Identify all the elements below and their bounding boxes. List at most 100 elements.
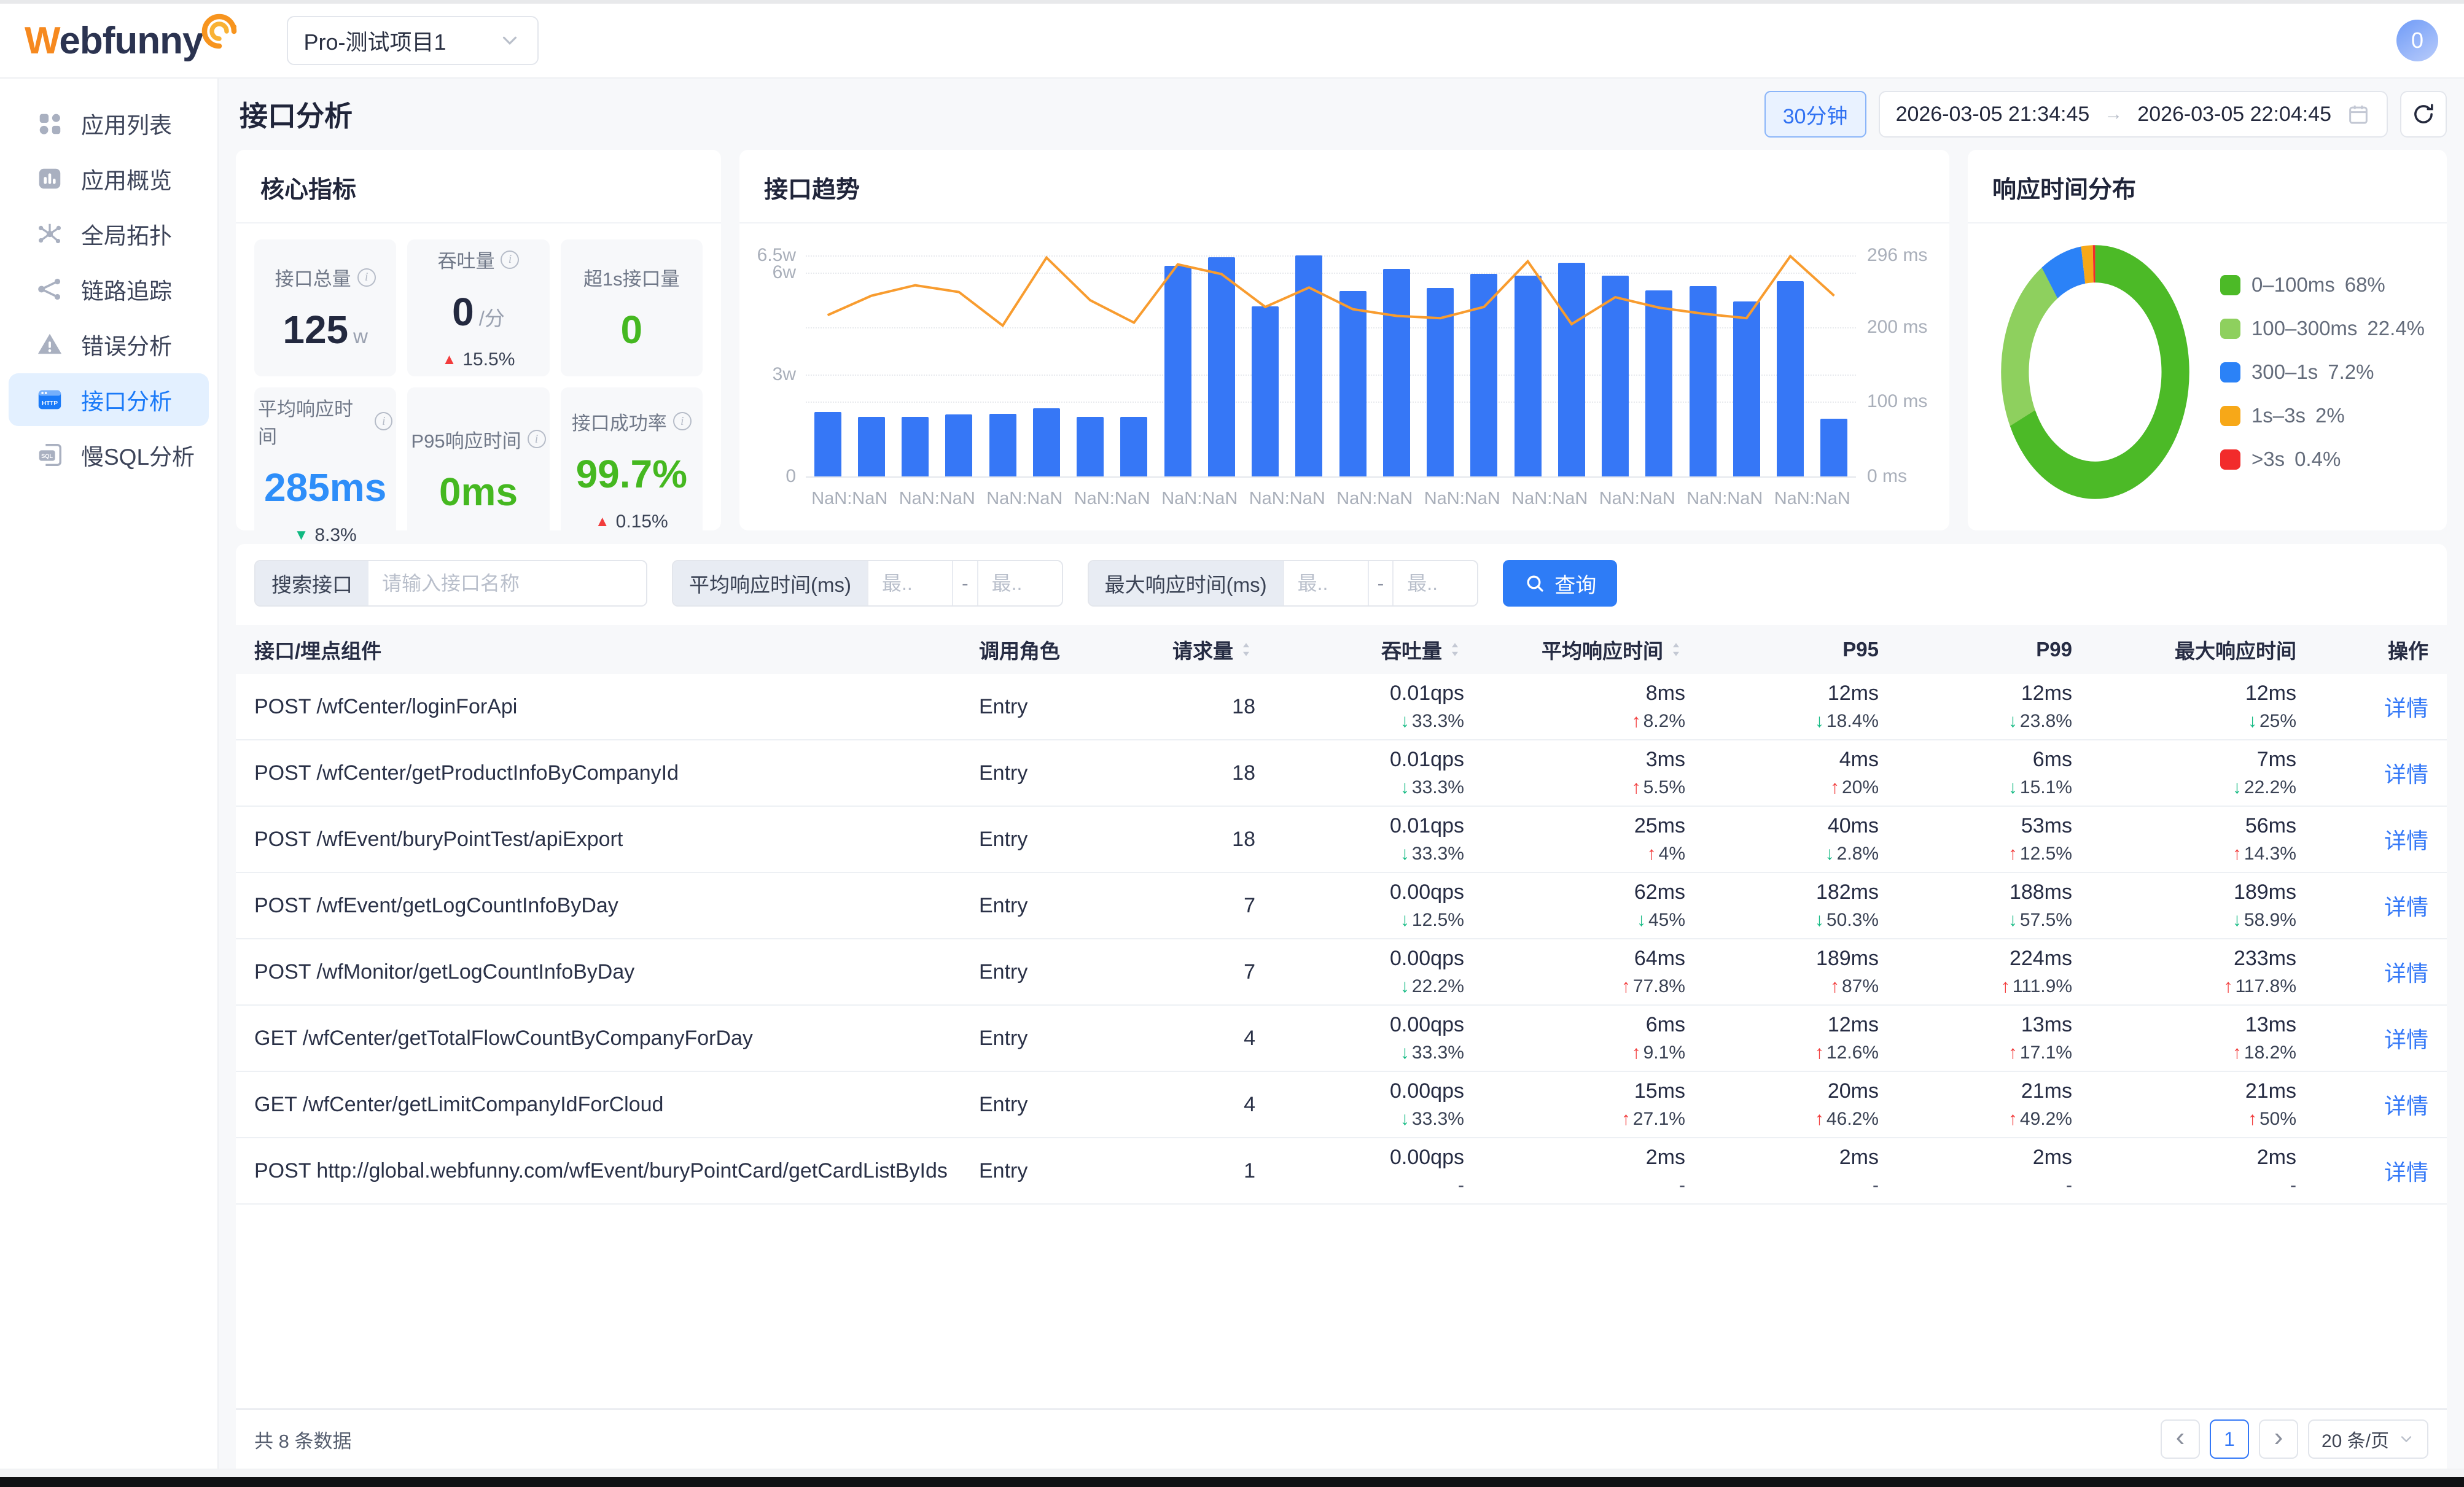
info-icon[interactable]: i [375,412,392,430]
table-footer: 共 8 条数据 ‹ 1 › 20 条/页 [236,1408,2447,1469]
sidebar-item-label: 应用概览 [81,162,172,195]
metric-label: 平均响应时间i [258,394,392,449]
right-axis-tick: 296 ms [1867,245,1927,266]
sidebar-item-0[interactable]: 应用列表 [9,97,209,150]
legend-value: 68% [2345,273,2385,297]
webfunny-logo[interactable]: Webfunny [25,19,239,63]
next-page-button[interactable]: › [2259,1419,2298,1459]
table-row: POST /wfCenter/getProductInfoByCompanyId… [236,740,2447,807]
left-axis-tick: 6w [773,262,796,283]
avg-response-filter-group: 平均响应时间(ms) - [672,560,1063,607]
time-range-button[interactable]: 30分钟 [1764,91,1866,138]
x-axis-label: NaN:NaN [1331,489,1419,509]
max-max-input[interactable] [1392,561,1477,605]
call-role: Entry [979,1093,1133,1117]
column-header[interactable]: 请求量 [1133,635,1255,664]
legend-swatch [2220,406,2240,426]
delta-up-icon: ↑ [2232,844,2242,864]
detail-link[interactable]: 详情 [2384,696,2428,721]
date-range-picker[interactable]: 2026-03-05 21:34:45 → 2026-03-05 22:04:4… [1879,91,2388,138]
delta-down-icon: ↓ [2008,777,2018,798]
sidebar-item-1[interactable]: 应用概览 [9,152,209,205]
page-size-select[interactable]: 20 条/页 [2308,1419,2428,1459]
refresh-button[interactable] [2400,91,2447,138]
sort-icon[interactable] [1237,640,1255,659]
avg-max-input[interactable] [977,561,1062,605]
x-axis-label: NaN:NaN [1156,489,1244,509]
metric-label: 超1s接口量 [583,263,680,291]
sort-icon[interactable] [1667,640,1685,659]
metric-cell: 189ms↓58.9% [2072,880,2296,931]
detail-link[interactable]: 详情 [2384,961,2428,986]
detail-link[interactable]: 详情 [2384,762,2428,787]
avatar[interactable]: 0 [2396,20,2438,61]
sidebar-item-5[interactable]: HTTP接口分析 [9,373,209,426]
metric-cell: 21ms↑50% [2072,1079,2296,1130]
column-header[interactable]: 吞吐量 [1255,635,1464,664]
metric-cell: 15ms↑27.1% [1464,1079,1685,1130]
sidebar: 应用列表应用概览全局拓扑链路追踪错误分析HTTP接口分析SQL慢SQL分析 [0,79,219,1469]
delta-up-icon: ↑ [2008,1109,2018,1130]
trend-line [806,255,1856,476]
delta-down-icon: ↓ [1400,777,1409,798]
left-axis-tick: 3w [773,364,796,385]
search-input[interactable] [368,561,646,605]
table-row: GET /wfCenter/getTotalFlowCountByCompany… [236,1006,2447,1072]
metric-unit: /分 [479,302,505,332]
delta-down-icon: ↓ [1400,910,1409,931]
info-icon[interactable]: i [357,268,376,287]
metric-cell: 20ms↑46.2% [1685,1079,1879,1130]
delta-up-icon: ↑ [1621,976,1631,997]
max-min-input[interactable] [1283,561,1368,605]
sidebar-item-4[interactable]: 错误分析 [9,318,209,371]
legend-item: >3s0.4% [2220,448,2425,471]
detail-link[interactable]: 详情 [2384,1160,2428,1185]
info-icon[interactable]: i [528,430,546,448]
delta-up-icon: ↑ [1632,1042,1641,1063]
delta-down-icon: ↓ [1400,711,1409,732]
detail-link[interactable]: 详情 [2384,895,2428,920]
legend-value: 0.4% [2294,448,2341,471]
sidebar-item-3[interactable]: 链路追踪 [9,263,209,316]
page-header: 接口分析 30分钟 2026-03-05 21:34:45 → 2026-03-… [236,79,2447,150]
date-start: 2026-03-05 21:34:45 [1896,103,2090,126]
metric-label: P95响应时间i [411,425,545,453]
sidebar-item-2[interactable]: 全局拓扑 [9,208,209,260]
info-icon[interactable]: i [673,412,692,430]
sql-icon: SQL [36,441,64,469]
sidebar-item-6[interactable]: SQL慢SQL分析 [9,429,209,481]
filter-bar: 搜索接口 平均响应时间(ms) - 最大响应时间(ms) - [236,544,2447,625]
current-page-button[interactable]: 1 [2210,1419,2249,1459]
detail-link[interactable]: 详情 [2384,828,2428,853]
trend-card-title: 接口趋势 [739,150,1949,223]
top-header: Webfunny Pro-测试项目1 0 [0,0,2464,79]
metric-cell: 2ms- [1879,1146,2072,1196]
page-title: 接口分析 [240,94,353,134]
metric-cell: 21ms↑49.2% [1879,1079,2072,1130]
query-button[interactable]: 查询 [1503,560,1617,607]
info-icon[interactable]: i [501,250,519,269]
request-count: 4 [1133,1093,1255,1117]
delta-down-icon: ↓ [1815,910,1824,931]
sidebar-item-label: 接口分析 [81,383,172,416]
sidebar-item-label: 链路追踪 [81,273,172,306]
metric-cell: 12ms↓23.8% [1879,681,2072,732]
project-selector[interactable]: Pro-测试项目1 [287,16,539,65]
sort-icon[interactable] [1446,640,1464,659]
table-row: POST /wfEvent/buryPointTest/apiExport En… [236,807,2447,873]
request-count: 7 [1133,894,1255,918]
legend-label: 0–100ms [2252,273,2335,297]
call-role: Entry [979,695,1133,719]
delta-down-icon: ↓ [1400,844,1409,864]
prev-page-button[interactable]: ‹ [2161,1419,2200,1459]
detail-link[interactable]: 详情 [2384,1093,2428,1119]
call-role: Entry [979,761,1133,785]
api-path: GET /wfCenter/getTotalFlowCountByCompany… [254,1027,979,1050]
screen: Webfunny Pro-测试项目1 0 应用列表应用概览全局拓扑链路追踪错误分… [0,0,2464,1487]
column-header[interactable]: 平均响应时间 [1464,635,1685,664]
detail-link[interactable]: 详情 [2384,1027,2428,1052]
avg-min-input[interactable] [867,561,952,605]
logo-swirl-icon [203,30,239,51]
metric-cell: 0.00qps↓33.3% [1255,1013,1464,1063]
sidebar-item-label: 全局拓扑 [81,217,172,250]
